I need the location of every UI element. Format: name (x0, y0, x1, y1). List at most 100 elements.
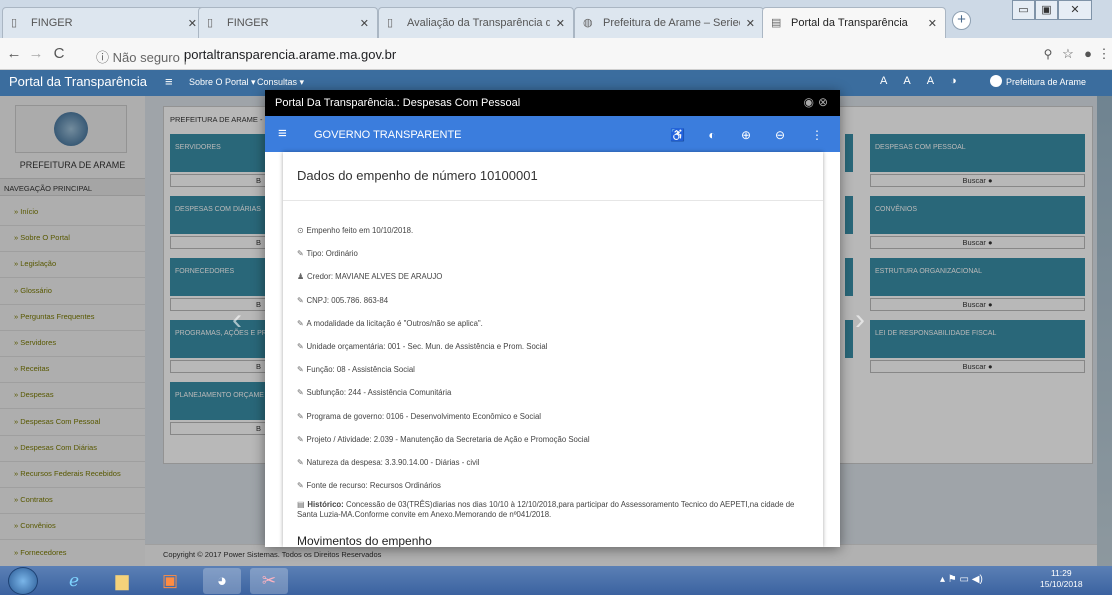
empenho-field: ♟ Credor: MAVIANE ALVES DE ARAUJO (297, 272, 807, 282)
new-tab-button[interactable]: + (952, 11, 971, 30)
browser-tab-strip: ▯ FINGER ✕ ▯ FINGER ✕ ▯ Avaliação da Tra… (0, 0, 1112, 38)
field-text: CNPJ: 005.786. 863-84 (306, 295, 389, 305)
historico-label: Histórico: (307, 500, 344, 509)
field-icon: ✎ (297, 481, 304, 491)
document-icon: ▤ (297, 500, 305, 509)
carousel-next-icon[interactable]: › (855, 303, 865, 337)
browser-tab[interactable]: ◍ Prefeitura de Arame – Seriedade ✕ (574, 7, 764, 38)
field-text: A modalidade da licitação é "Outros/não … (306, 318, 483, 328)
field-icon: ✎ (297, 365, 304, 375)
prefeitura-logo-icon (990, 75, 1002, 87)
ie-icon[interactable]: ℯ (55, 568, 93, 594)
modal-app-title: GOVERNO TRANSPARENTE (314, 129, 462, 141)
explorer-icon[interactable]: ▆ (103, 568, 141, 594)
empenho-heading: Dados do empenho de número 10100001 (297, 168, 538, 183)
minimize-button[interactable]: ▭ (1012, 0, 1035, 20)
accessibility-icon[interactable]: ♿ (670, 128, 685, 142)
close-tab-icon[interactable]: ✕ (360, 17, 369, 30)
empenho-field: ✎ Programa de governo: 0106 - Desenvolvim… (297, 412, 807, 422)
snipping-tool-icon[interactable]: ✂ (250, 568, 288, 594)
empenho-field: ✎ A modalidade da licitação é "Outros/não… (297, 319, 807, 329)
reload-icon[interactable]: C (51, 45, 67, 63)
modal-expand-icon[interactable]: ◉ (803, 95, 817, 109)
historico-field: ▤ Histórico: Concessão de 03(TRÊS)diarias… (297, 500, 807, 520)
browser-tab[interactable]: ▯ FINGER ✕ (2, 7, 206, 38)
empenho-field: ✎ Função: 08 - Assistência Social (297, 365, 807, 375)
font-decrease-button[interactable]: A (927, 75, 934, 87)
field-icon: ✎ (297, 295, 304, 305)
contrast-icon[interactable]: ◑ (950, 75, 957, 87)
zoom-icon[interactable]: ⚲ (1040, 45, 1056, 63)
clock-time: 11:29 (1050, 568, 1072, 578)
profile-icon[interactable]: ● (1080, 45, 1096, 63)
font-normal-button[interactable]: A (903, 75, 910, 87)
divider (283, 200, 823, 201)
start-button[interactable] (8, 567, 38, 595)
back-icon[interactable]: ← (6, 45, 22, 63)
field-text: Projeto / Atividade: 2.039 - Manutenção … (306, 434, 590, 444)
bookmark-star-icon[interactable]: ☆ (1060, 45, 1076, 63)
empenho-field: ✎ Natureza da despesa: 3.3.90.14.00 - Diá… (297, 458, 807, 468)
media-player-icon[interactable]: ▣ (151, 568, 189, 594)
empenho-field: ✎ CNPJ: 005.786. 863-84 (297, 296, 807, 306)
movimentos-heading: Movimentos do empenho (297, 534, 432, 547)
menu-icon[interactable]: ≡ (165, 74, 173, 89)
prefeitura-link[interactable]: Prefeitura de Arame (1006, 77, 1086, 87)
more-options-icon[interactable]: ⋮ (810, 128, 824, 142)
hamburger-icon[interactable]: ≡ (278, 126, 287, 141)
close-tab-icon[interactable]: ✕ (746, 17, 755, 30)
modal-controls: ◉⊗ (803, 95, 832, 109)
field-text: Função: 08 - Assistência Social (306, 365, 415, 375)
carousel-prev-icon[interactable]: ‹ (232, 303, 242, 337)
modal-titlebar: Portal Da Transparência.: Despesas Com P… (265, 90, 840, 116)
field-icon: ⊙ (297, 226, 304, 235)
field-icon: ✎ (297, 411, 304, 421)
clock[interactable]: 11:29 15/10/2018 (1040, 568, 1083, 590)
field-text: Natureza da despesa: 3.3.90.14.00 - Diár… (306, 458, 480, 467)
browser-menu-icon[interactable]: ⋮ (1096, 45, 1112, 63)
zoom-in-icon[interactable]: ⊕ (739, 128, 753, 142)
font-increase-button[interactable]: A (880, 75, 887, 87)
close-window-button[interactable]: ✕ (1058, 0, 1092, 20)
field-text: Fonte de recurso: Recursos Ordinários (306, 481, 441, 491)
nav-sobre-link[interactable]: Sobre O Portal ▾ (189, 77, 256, 88)
nav-consultas-link[interactable]: Consultas ▾ (257, 77, 304, 88)
close-tab-icon[interactable]: ✕ (188, 17, 197, 30)
contrast-icon[interactable]: ◐ (705, 128, 719, 142)
browser-tab-active[interactable]: ▤ Portal da Transparência ✕ (762, 7, 946, 38)
close-tab-icon[interactable]: ✕ (556, 17, 565, 30)
field-text: Unidade orçamentária: 001 - Sec. Mun. de… (306, 342, 548, 351)
field-icon: ✎ (297, 458, 304, 467)
accessibility-controls: A A A ◑ (880, 75, 957, 87)
field-icon: ✎ (297, 318, 304, 328)
security-indicator[interactable]: ⓘ Não seguro | (96, 47, 187, 66)
forward-icon[interactable]: → (28, 45, 44, 63)
field-icon: ✎ (297, 342, 304, 351)
maximize-button[interactable]: ▣ (1035, 0, 1058, 20)
modal-toolbar: ≡ GOVERNO TRANSPARENTE ♿ ◐ ⊕ ⊖ ⋮ (265, 116, 840, 152)
empenho-field: ✎ Fonte de recurso: Recursos Ordinários (297, 481, 807, 491)
modal-content: Dados do empenho de número 10100001 ⊙ Emp… (283, 152, 823, 547)
historico-text: Concessão de 03(TRÊS)diarias nos dias 10… (297, 500, 795, 519)
empenho-field: ✎ Projeto / Atividade: 2.039 - Manutenção… (297, 435, 807, 445)
browser-tab[interactable]: ▯ FINGER ✕ (198, 7, 378, 38)
modal-window-title: Portal Da Transparência.: Despesas Com P… (275, 97, 521, 109)
app-brand[interactable]: Portal da Transparência (9, 74, 147, 89)
field-text: Credor: MAVIANE ALVES DE ARAUJO (307, 272, 443, 282)
empenho-field: ✎ Tipo: Ordinário (297, 249, 807, 259)
url-field[interactable]: portaltransparencia.arame.ma.gov.br (184, 47, 396, 62)
empenho-field: ⊙ Empenho feito em 10/10/2018. (297, 226, 807, 236)
browser-tab[interactable]: ▯ Avaliação da Transparência dos ✕ (378, 7, 574, 38)
file-icon: ▯ (387, 17, 394, 29)
empenho-field: ✎ Subfunção: 244 - Assistência Comunitári… (297, 388, 807, 398)
clock-date: 15/10/2018 (1040, 579, 1083, 589)
modal-close-icon[interactable]: ⊗ (818, 95, 832, 109)
chrome-icon[interactable]: ◕ (203, 568, 241, 594)
field-icon: ♟ (297, 272, 304, 282)
field-icon: ✎ (297, 434, 304, 444)
file-icon: ▯ (207, 17, 214, 29)
system-tray[interactable]: ▴ ⚑ ▭ ◀) (940, 574, 983, 585)
zoom-out-icon[interactable]: ⊖ (773, 128, 787, 142)
modal-dialog: Portal Da Transparência.: Despesas Com P… (265, 90, 840, 547)
close-tab-icon[interactable]: ✕ (928, 17, 937, 30)
